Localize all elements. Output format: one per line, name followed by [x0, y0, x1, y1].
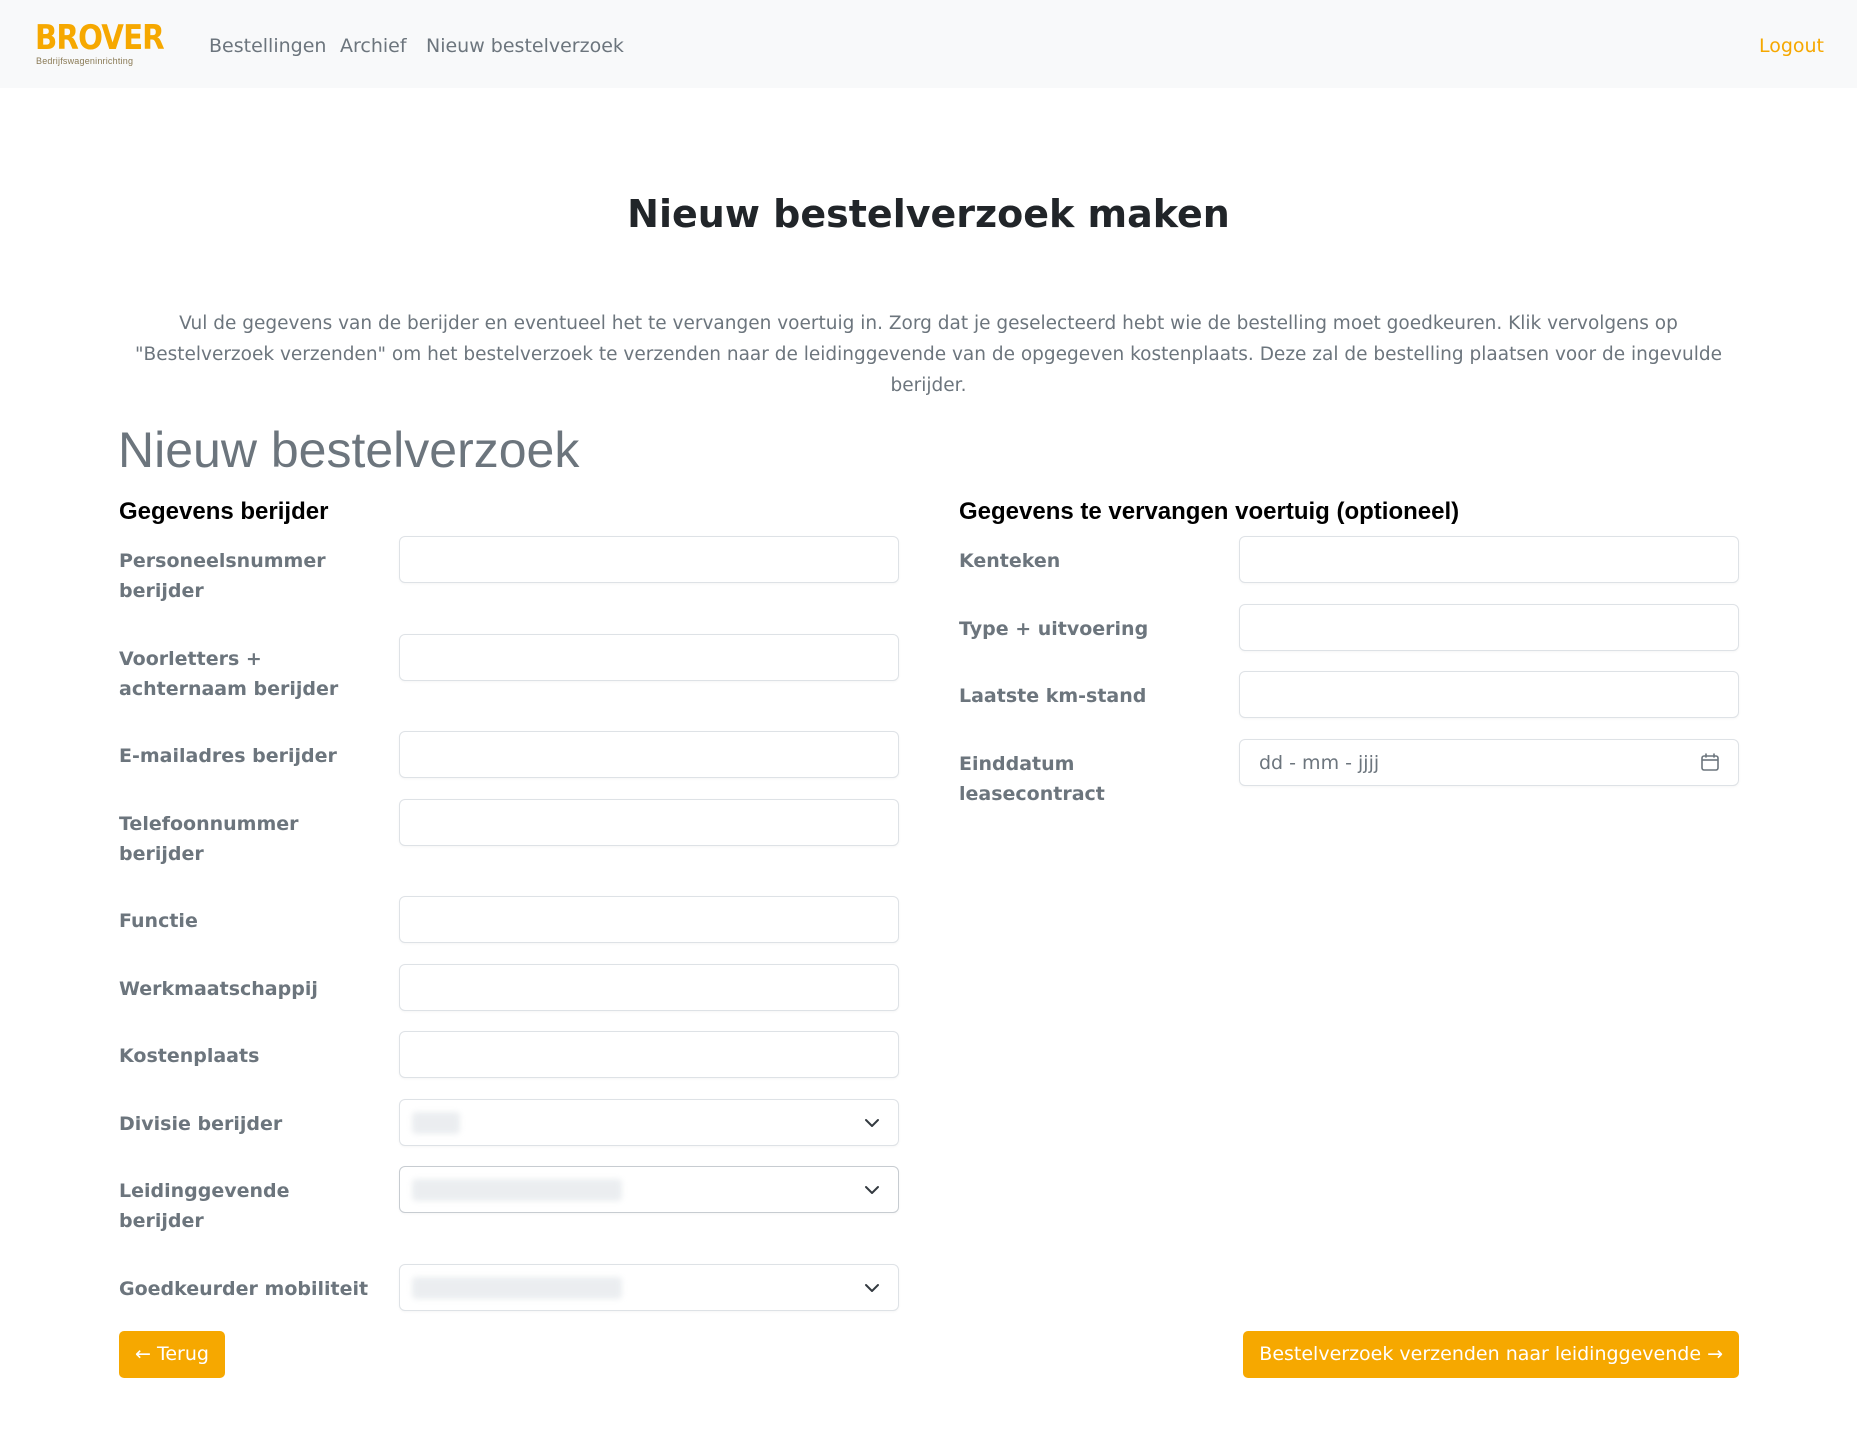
navbar: BROVER Bedrijfswageninrichting Bestellin…: [0, 0, 1857, 88]
label-einddatum-lease: Einddatum leasecontract: [959, 753, 1105, 805]
page-title: Nieuw bestelverzoek maken: [627, 192, 1230, 236]
label-personeelsnummer: Personeelsnummer berijder: [119, 550, 326, 602]
nav-link-archief[interactable]: Archief: [340, 33, 407, 59]
leidinggevende-select[interactable]: [399, 1166, 899, 1213]
chevron-down-icon: [865, 1186, 879, 1194]
brand-tagline: Bedrijfswageninrichting: [36, 56, 134, 66]
brand-logo[interactable]: BROVER Bedrijfswageninrichting: [35, 20, 165, 70]
werkmaatschappij-input[interactable]: [399, 964, 899, 1011]
label-email: E-mailadres berijder: [119, 745, 337, 767]
label-telefoonnummer: Telefoonnummer berijder: [119, 813, 299, 865]
label-goedkeurder: Goedkeurder mobiliteit: [119, 1278, 369, 1300]
leidinggevende-selected-value: [412, 1179, 622, 1201]
chevron-down-icon: [865, 1284, 879, 1292]
label-functie: Functie: [119, 910, 198, 932]
goedkeurder-select[interactable]: [399, 1264, 899, 1311]
kostenplaats-input[interactable]: [399, 1031, 899, 1078]
nav-link-nieuw-bestelverzoek[interactable]: Nieuw bestelverzoek: [426, 33, 624, 59]
date-placeholder: dd - mm - jjjj: [1259, 752, 1380, 774]
label-type-uitvoering: Type + uitvoering: [959, 618, 1149, 640]
calendar-icon[interactable]: [1700, 752, 1720, 772]
label-km-stand: Laatste km-stand: [959, 685, 1147, 707]
brand-name: BROVER: [35, 18, 165, 58]
divisie-selected-value: [412, 1112, 460, 1134]
km-stand-input[interactable]: [1239, 671, 1739, 718]
kenteken-input[interactable]: [1239, 536, 1739, 583]
label-kostenplaats: Kostenplaats: [119, 1045, 260, 1067]
form-title: Nieuw bestelverzoek: [118, 422, 580, 478]
goedkeurder-selected-value: [412, 1277, 622, 1299]
type-uitvoering-input[interactable]: [1239, 604, 1739, 651]
intro-text: Vul de gegevens van de berijder en event…: [135, 313, 1722, 396]
naam-input[interactable]: [399, 634, 899, 681]
submit-button[interactable]: Bestelverzoek verzenden naar leidinggeve…: [1243, 1331, 1739, 1378]
chevron-down-icon: [865, 1119, 879, 1127]
email-input[interactable]: [399, 731, 899, 778]
label-leidinggevende: Leidinggevende berijder: [119, 1180, 290, 1232]
functie-input[interactable]: [399, 896, 899, 943]
einddatum-lease-input[interactable]: dd - mm - jjjj: [1239, 739, 1739, 786]
label-divisie: Divisie berijder: [119, 1113, 283, 1135]
telefoonnummer-input[interactable]: [399, 799, 899, 846]
personeelsnummer-input[interactable]: [399, 536, 899, 583]
driver-section-title: Gegevens berijder: [119, 498, 329, 525]
vehicle-section-title: Gegevens te vervangen voertuig (optionee…: [959, 498, 1460, 525]
label-kenteken: Kenteken: [959, 550, 1061, 572]
divisie-select[interactable]: [399, 1099, 899, 1146]
nav-link-bestellingen[interactable]: Bestellingen: [209, 33, 326, 59]
label-naam: Voorletters + achternaam berijder: [119, 648, 339, 700]
label-werkmaatschappij: Werkmaatschappij: [119, 978, 318, 1000]
back-button[interactable]: ← Terug: [119, 1331, 225, 1378]
logout-link[interactable]: Logout: [1759, 33, 1824, 59]
